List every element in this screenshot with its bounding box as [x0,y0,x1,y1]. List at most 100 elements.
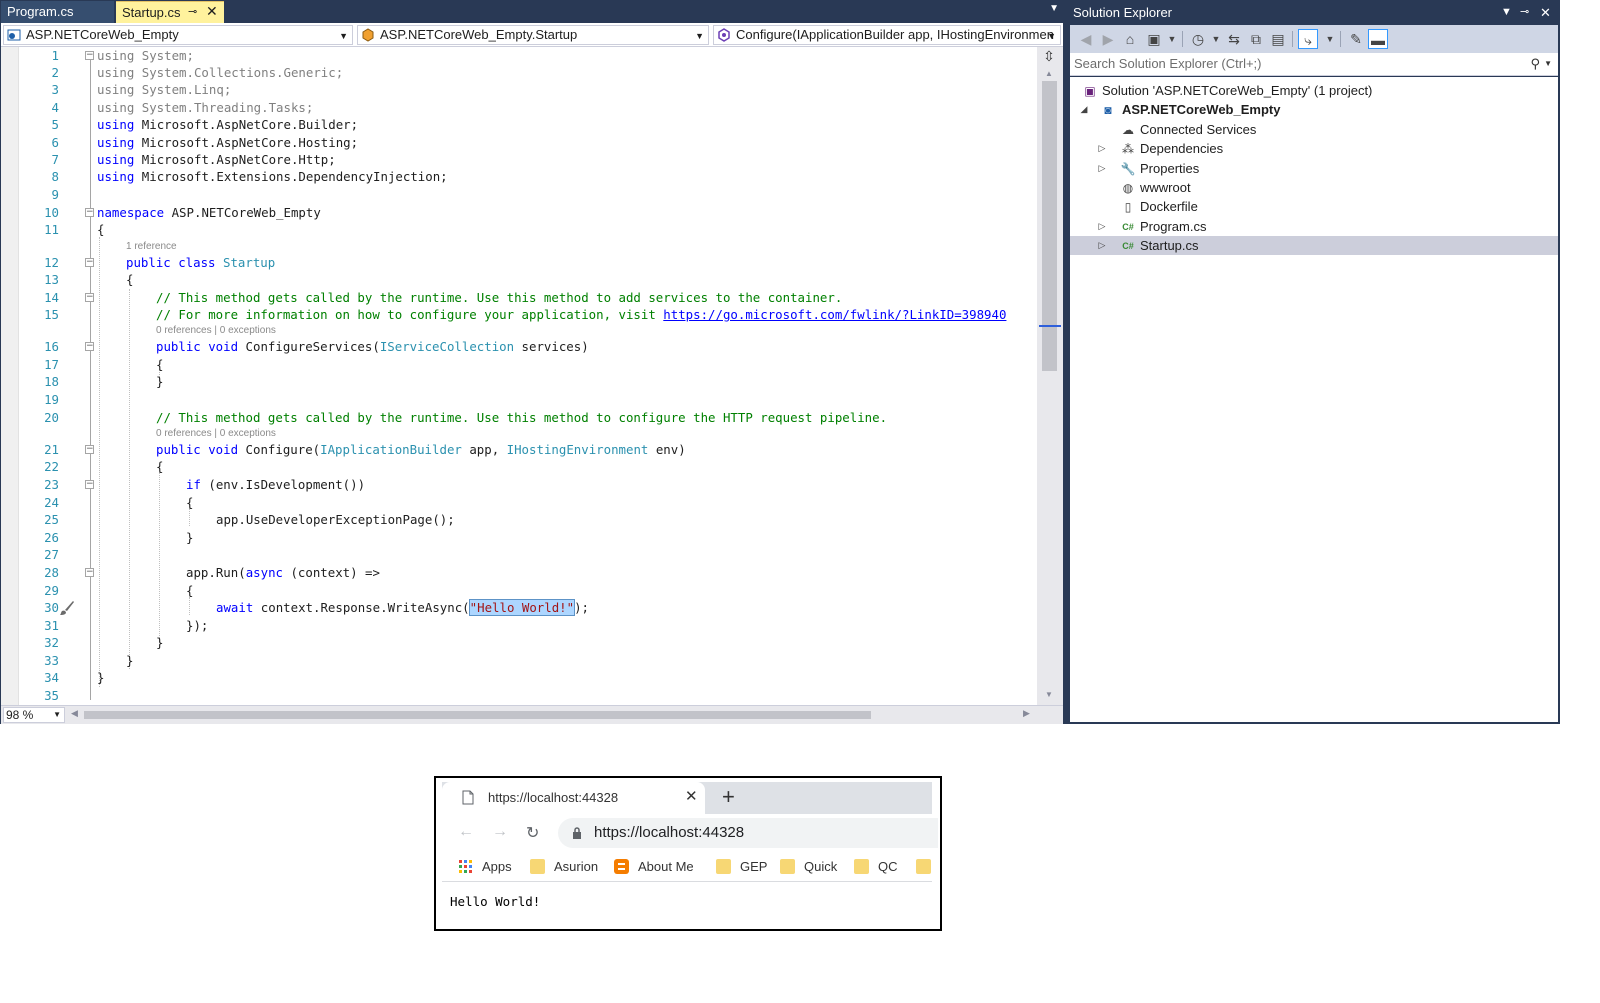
tree-node-connected-services[interactable]: ☁ Connected Services [1070,120,1558,139]
bookmark-gep[interactable]: GEP [716,858,776,876]
browser-tab[interactable]: https://localhost:44328 ✕ [442,782,705,814]
code-line: 12 − public class Startup [1,254,1037,272]
codelens-references[interactable]: 1 reference [126,240,177,254]
project-dropdown[interactable]: ASP.NETCoreWeb_Empty ▼ [3,25,353,45]
quick-actions-brush-icon[interactable] [59,600,75,616]
forward-icon[interactable]: ▶ [1098,29,1118,49]
close-tab-icon[interactable]: ✕ [685,787,698,805]
bookmark-about-me[interactable]: About Me [614,858,704,876]
codelens-references[interactable]: 0 references | 0 exceptions [156,427,276,441]
expand-arrow-icon[interactable]: ▷ [1096,159,1108,178]
switch-views-icon[interactable]: ▣ [1144,29,1164,49]
collapse-toggle[interactable]: − [85,208,94,217]
tree-node-project[interactable]: ◢ ◙ ASP.NETCoreWeb_Empty [1070,100,1558,119]
close-icon[interactable]: ✕ [206,1,218,22]
tab-overflow-dropdown-icon[interactable]: ▼ [1049,3,1059,14]
collapse-toggle[interactable]: − [85,293,94,302]
reload-icon[interactable]: ↻ [526,823,539,843]
bookmark-overflow-folder[interactable] [916,858,932,876]
zoom-dropdown[interactable]: 98 % ▼ [3,707,65,723]
expanded-arrow-icon[interactable]: ◢ [1078,100,1090,119]
line-number: 20 [44,410,59,425]
tree-node-solution[interactable]: ▣ Solution 'ASP.NETCoreWeb_Empty' (1 pro… [1070,81,1558,100]
scroll-thumb[interactable] [1042,81,1057,371]
fwlink-link[interactable]: https://go.microsoft.com/fwlink/?LinkID=… [663,307,1006,322]
tree-node-properties[interactable]: ▷ 🔧 Properties [1070,159,1558,178]
line-number: 32 [44,635,59,650]
tree-node-dependencies[interactable]: ▷ ⁂ Dependencies [1070,139,1558,158]
chevron-down-icon[interactable]: ▼ [1544,53,1552,75]
pending-changes-filter-icon[interactable]: ◷ [1188,29,1208,49]
selected-string-literal[interactable]: "Hello World!" [468,599,576,616]
back-icon[interactable]: ◀ [1076,29,1096,49]
line-number: 24 [44,495,59,510]
bookmark-asurion[interactable]: Asurion [530,858,610,876]
collapse-toggle[interactable]: − [85,445,94,454]
close-icon[interactable]: ✕ [1540,0,1551,25]
code-editor[interactable]: 1− using System; 2 using System.Collection… [1,47,1037,705]
scroll-left-icon[interactable]: ◀ [71,708,78,719]
properties-wrench-icon[interactable]: ✎ [1346,29,1366,49]
tree-label: Program.cs [1140,219,1207,234]
scroll-up-icon[interactable]: ▲ [1045,69,1053,78]
pin-icon[interactable]: ⊸ [188,2,197,23]
expand-arrow-icon[interactable]: ▷ [1096,139,1108,158]
bookmarks-bar: Apps Asurion About Me GEP Quick QC [442,852,932,882]
code-line: 14 − // This method gets called by the run… [1,289,1037,307]
collapse-toggle[interactable]: − [85,258,94,267]
bookmark-qc[interactable]: QC [854,858,904,876]
code-text: // For more information on how to config… [156,307,1007,322]
collapse-toggle[interactable]: − [85,480,94,489]
pin-icon[interactable]: ⊸ [1520,0,1529,25]
tree-node-startup-cs[interactable]: ▷ C# Startup.cs [1070,236,1558,255]
show-all-files-icon[interactable]: ▤ [1268,29,1288,49]
new-tab-button[interactable]: + [722,784,735,810]
folder-icon [854,859,869,874]
code-line: 21 − public void Configure(IApplicationBui… [1,441,1037,459]
horizontal-scroll-thumb[interactable] [84,711,871,719]
collapse-toggle[interactable]: − [85,51,94,60]
collapse-all-icon[interactable]: ⧉ [1246,29,1266,49]
collapse-toggle[interactable]: − [85,568,94,577]
bookmark-apps[interactable]: Apps [458,858,518,876]
window-position-dropdown-icon[interactable]: ▼ [1501,0,1512,25]
vertical-scrollbar[interactable]: ⇳ ▲ ▼ [1037,47,1063,705]
line-number: 22 [44,459,59,474]
member-dropdown[interactable]: Configure(IApplicationBuilder app, IHost… [713,25,1061,45]
code-text: using Microsoft.AspNetCore.Http; [97,152,336,167]
chevron-down-icon[interactable]: ▼ [1206,29,1226,49]
split-editor-icon[interactable]: ⇳ [1041,49,1057,65]
tab-program-cs[interactable]: Program.cs [1,1,114,23]
address-bar[interactable]: https://localhost:44328 [558,818,938,848]
tree-node-program-cs[interactable]: ▷ C# Program.cs [1070,217,1558,236]
expand-arrow-icon[interactable]: ▷ [1096,236,1108,255]
tree-node-wwwroot[interactable]: ◍ wwwroot [1070,178,1558,197]
member-dropdown-label: Configure(IApplicationBuilder app, IHost… [736,27,1054,42]
search-placeholder: Search Solution Explorer (Ctrl+;) [1074,56,1262,71]
code-line: 3 using System.Linq; [1,81,1037,99]
scroll-down-icon[interactable]: ▼ [1045,690,1053,699]
scroll-right-icon[interactable]: ▶ [1023,708,1030,719]
chevron-down-icon[interactable]: ▼ [1162,29,1182,49]
preview-selected-items-icon[interactable]: ⤷ [1298,29,1318,49]
sync-with-active-document-icon[interactable]: ⇆ [1224,29,1244,49]
codelens-references[interactable]: 0 references | 0 exceptions [156,324,276,338]
bookmark-quick[interactable]: Quick [780,858,850,876]
url-text: https://localhost:44328 [594,824,745,841]
line-number: 16 [44,339,59,354]
solution-explorer-search-input[interactable]: Search Solution Explorer (Ctrl+;) ⚲ ▼ [1070,53,1558,76]
code-text: using System.Linq; [97,82,232,97]
forward-arrow-icon[interactable]: → [492,823,508,841]
collapse-icon[interactable]: ▬ [1368,29,1388,49]
folder-icon [916,859,931,874]
back-arrow-icon[interactable]: ← [458,823,474,841]
expand-arrow-icon[interactable]: ▷ [1096,217,1108,236]
collapse-toggle[interactable]: − [85,342,94,351]
tree-node-dockerfile[interactable]: ▯ Dockerfile [1070,197,1558,216]
search-icon[interactable]: ⚲ [1530,53,1540,75]
tab-startup-cs[interactable]: Startup.cs ⊸ ✕ [116,1,224,23]
zoom-level: 98 % [6,708,34,722]
chevron-down-icon[interactable]: ▼ [1320,29,1340,49]
class-dropdown[interactable]: ASP.NETCoreWeb_Empty.Startup ▼ [357,25,709,45]
home-icon[interactable]: ⌂ [1120,29,1140,49]
